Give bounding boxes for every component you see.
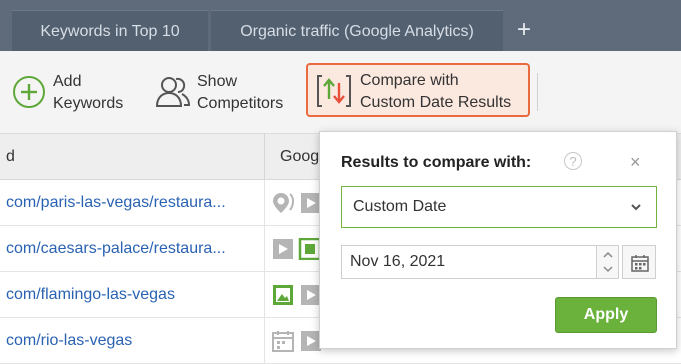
video-icon bbox=[301, 193, 321, 213]
row-feature-icons bbox=[272, 284, 322, 311]
tab-keywords-in-top-10[interactable]: Keywords in Top 10 bbox=[12, 10, 208, 52]
video-icon bbox=[301, 331, 321, 351]
row-url-link[interactable]: com/paris-las-vegas/restaura... bbox=[6, 180, 226, 225]
users-icon bbox=[155, 75, 191, 114]
help-icon[interactable]: ? bbox=[564, 152, 582, 170]
column-header-keyword[interactable]: d bbox=[6, 134, 15, 179]
row-feature-icons bbox=[272, 330, 322, 357]
show-competitors-label: Show Competitors bbox=[197, 73, 284, 112]
plus-circle-icon bbox=[12, 75, 46, 114]
column-header-google[interactable]: Goog bbox=[280, 134, 319, 179]
compare-arrows-icon bbox=[316, 73, 352, 114]
chevron-down-icon[interactable] bbox=[602, 263, 614, 277]
column-divider bbox=[264, 134, 265, 179]
compare-dates-popup: Results to compare with: ? × Custom Date… bbox=[319, 131, 677, 349]
row-url-link[interactable]: com/flamingo-las-vegas bbox=[6, 272, 175, 317]
row-url-link[interactable]: com/rio-las-vegas bbox=[6, 318, 132, 363]
row-url-link[interactable]: com/caesars-palace/restaura... bbox=[6, 226, 226, 271]
row-feature-icons bbox=[272, 192, 322, 219]
column-divider bbox=[264, 180, 265, 363]
apply-button[interactable]: Apply bbox=[555, 297, 657, 333]
compare-period-select[interactable]: Custom Date bbox=[341, 186, 657, 228]
chevron-down-icon bbox=[630, 199, 642, 220]
calendar-icon bbox=[631, 255, 649, 272]
show-competitors-button[interactable]: Show Competitors bbox=[150, 69, 295, 117]
calendar-icon bbox=[272, 331, 294, 352]
compare-custom-date-label: Compare with Custom Date Results bbox=[360, 72, 512, 111]
tab-bar: Keywords in Top 10 Organic traffic (Goog… bbox=[0, 0, 681, 52]
date-value: Nov 16, 2021 bbox=[350, 253, 446, 270]
map-pin-icon bbox=[273, 193, 294, 213]
video-icon bbox=[273, 239, 293, 259]
featured-snippet-icon bbox=[298, 237, 322, 261]
add-keywords-button[interactable]: Add Keywords bbox=[8, 69, 138, 117]
chevron-up-icon[interactable] bbox=[602, 248, 614, 262]
compare-custom-date-button[interactable]: Compare with Custom Date Results bbox=[306, 63, 530, 117]
date-stepper bbox=[597, 245, 619, 279]
add-tab-button[interactable]: + bbox=[510, 10, 538, 51]
close-icon[interactable]: × bbox=[630, 152, 641, 173]
date-input[interactable]: Nov 16, 2021 bbox=[341, 245, 597, 279]
compare-period-value: Custom Date bbox=[353, 198, 447, 215]
toolbar: Add Keywords Show Competitors Compare wi… bbox=[0, 51, 681, 134]
video-icon bbox=[301, 285, 321, 305]
row-feature-icons bbox=[272, 237, 322, 265]
calendar-button[interactable] bbox=[622, 245, 656, 279]
popup-title: Results to compare with: bbox=[341, 154, 532, 171]
tab-organic-traffic[interactable]: Organic traffic (Google Analytics) bbox=[211, 10, 503, 52]
add-keywords-label: Add Keywords bbox=[53, 73, 124, 112]
toolbar-divider bbox=[537, 73, 538, 111]
image-icon bbox=[273, 285, 293, 305]
